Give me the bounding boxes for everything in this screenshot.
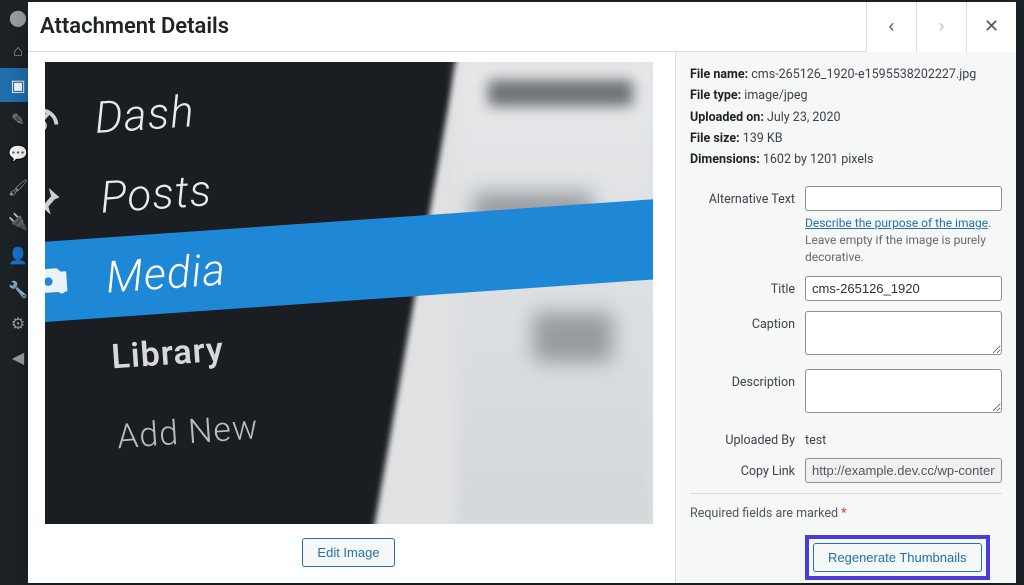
meta-value-uploaded: July 23, 2020 xyxy=(767,110,841,125)
close-icon: ✕ xyxy=(984,16,999,37)
alt-text-input[interactable] xyxy=(805,186,1002,211)
attachment-meta: File name: cms-265126_1920-e159553820222… xyxy=(690,64,1002,170)
attachment-settings: Alternative Text Describe the purpose of… xyxy=(690,186,1002,583)
next-attachment-button[interactable]: › xyxy=(916,2,966,52)
copy-link-label: Copy Link xyxy=(690,458,805,479)
meta-value-filesize: 139 KB xyxy=(743,131,783,146)
chevron-left-icon: ‹ xyxy=(889,16,895,37)
modal-header: Attachment Details ‹ › ✕ xyxy=(28,2,1016,52)
caption-input[interactable] xyxy=(805,311,1002,355)
uploaded-by-value: test xyxy=(805,427,1002,448)
prev-attachment-button[interactable]: ‹ xyxy=(866,2,916,52)
modal-body: Dash Posts Media xyxy=(28,52,1016,583)
title-label: Title xyxy=(690,276,805,297)
meta-label-filesize: File size: xyxy=(690,131,740,146)
chevron-right-icon: › xyxy=(939,16,945,37)
meta-value-dimensions: 1602 by 1201 pixels xyxy=(763,152,874,167)
meta-value-filetype: image/jpeg xyxy=(744,88,807,103)
edit-image-button[interactable]: Edit Image xyxy=(302,538,394,567)
description-label: Description xyxy=(690,369,805,390)
camera-music-icon xyxy=(45,254,80,310)
description-input[interactable] xyxy=(805,369,1002,413)
modal-title: Attachment Details xyxy=(36,14,229,39)
meta-label-filetype: File type: xyxy=(690,88,741,103)
description-row: Description xyxy=(690,369,1002,417)
meta-value-filename: cms-265126_1920-e1595538202227.jpg xyxy=(751,67,976,82)
regenerate-highlight-box: Regenerate Thumbnails xyxy=(805,535,990,580)
copy-link-row: Copy Link xyxy=(690,458,1002,483)
close-modal-button[interactable]: ✕ xyxy=(966,2,1016,52)
modal-nav: ‹ › ✕ xyxy=(866,2,1016,52)
gauge-icon xyxy=(45,94,69,150)
alt-text-hint-link[interactable]: Describe the purpose of the image xyxy=(805,216,988,230)
title-input[interactable] xyxy=(805,276,1002,301)
required-asterisk: * xyxy=(841,506,846,521)
attachment-details-modal: Attachment Details ‹ › ✕ xyxy=(28,2,1016,583)
pin-icon xyxy=(45,174,74,230)
regenerate-thumbnails-button[interactable]: Regenerate Thumbnails xyxy=(813,543,982,572)
alt-text-label: Alternative Text xyxy=(690,186,805,207)
meta-label-filename: File name: xyxy=(690,67,748,82)
attachment-image: Dash Posts Media xyxy=(45,62,653,524)
attachment-details-pane: File name: cms-265126_1920-e159553820222… xyxy=(676,52,1016,583)
uploaded-by-label: Uploaded By xyxy=(690,427,805,448)
title-row: Title xyxy=(690,276,1002,301)
uploaded-by-row: Uploaded By test xyxy=(690,427,1002,448)
caption-label: Caption xyxy=(690,311,805,332)
meta-label-uploaded: Uploaded on: xyxy=(690,110,764,125)
meta-label-dimensions: Dimensions: xyxy=(690,152,760,167)
caption-row: Caption xyxy=(690,311,1002,359)
alt-text-hint: Describe the purpose of the image. Leave… xyxy=(805,215,1002,265)
required-fields-note: Required fields are marked * xyxy=(690,493,1002,521)
attachment-preview-pane: Dash Posts Media xyxy=(28,52,676,583)
required-note-text: Required fields are marked xyxy=(690,506,841,521)
copy-link-input[interactable] xyxy=(805,458,1002,483)
alt-text-row: Alternative Text Describe the purpose of… xyxy=(690,186,1002,265)
